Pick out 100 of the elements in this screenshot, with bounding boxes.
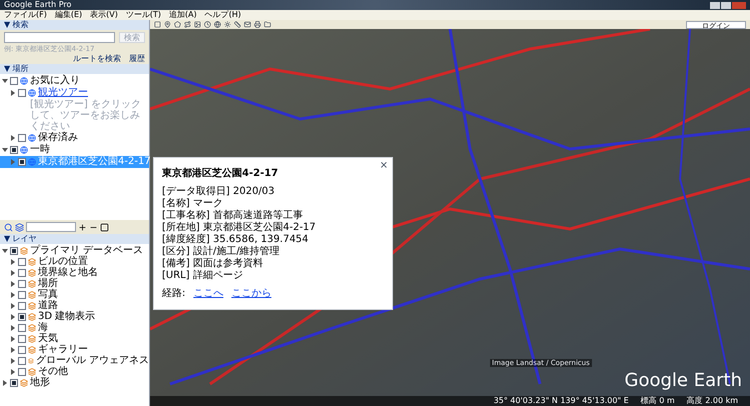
- checkbox[interactable]: [18, 312, 26, 320]
- tree-label: 一時: [30, 144, 50, 156]
- toolbar-icon[interactable]: [154, 21, 161, 28]
- menu-item[interactable]: 編集(E): [54, 10, 82, 20]
- checkbox[interactable]: [18, 158, 26, 166]
- minimize-icon[interactable]: [710, 2, 720, 8]
- status-text: 標高 0 m: [640, 396, 675, 406]
- expand-icon[interactable]: [10, 368, 16, 374]
- toolbar-icon[interactable]: [174, 21, 181, 28]
- checkbox[interactable]: [10, 246, 18, 254]
- directions-link[interactable]: ここへ: [193, 286, 224, 301]
- menu-item[interactable]: ツール(T): [126, 10, 161, 20]
- tree-label: お気に入り: [30, 75, 80, 86]
- expand-icon[interactable]: [10, 280, 16, 286]
- search-field[interactable]: [4, 32, 115, 43]
- toolbar-icon[interactable]: [264, 21, 271, 28]
- expand-icon[interactable]: [10, 292, 16, 298]
- menu-item[interactable]: 追加(A): [169, 10, 197, 20]
- layer-label: 海: [38, 322, 48, 333]
- checkbox[interactable]: [18, 324, 26, 332]
- checkbox[interactable]: [18, 302, 26, 310]
- toolbar-icon[interactable]: [194, 21, 201, 28]
- expand-icon[interactable]: [10, 336, 16, 342]
- checkbox[interactable]: [10, 146, 18, 154]
- checkbox[interactable]: [10, 77, 18, 85]
- popup-line: [URL] 詳細ページ: [162, 270, 244, 281]
- toolbar-icon[interactable]: [254, 21, 261, 28]
- globe-icon: [20, 146, 28, 154]
- maximize-icon[interactable]: [721, 2, 731, 8]
- tree-label: 保存済み: [38, 132, 78, 144]
- popup-line: [工事名称] 首都高速道路等工事: [162, 210, 304, 221]
- window-icon[interactable]: [100, 222, 109, 232]
- layer-icon: [28, 346, 36, 354]
- collapse-icon[interactable]: [2, 248, 8, 254]
- checkbox[interactable]: [10, 378, 18, 386]
- collapse-icon[interactable]: [2, 78, 8, 84]
- filter-field[interactable]: [26, 222, 76, 232]
- collapse-icon[interactable]: [2, 147, 8, 153]
- toolbar-icon[interactable]: [244, 21, 251, 28]
- expand-icon[interactable]: [2, 380, 8, 386]
- panel-header[interactable]: ▼ 場所: [0, 64, 149, 74]
- status-text: 35° 40'03.23" N 139° 45'13.00" E: [494, 396, 629, 406]
- layer-icon: [20, 246, 28, 254]
- tree-row[interactable]: 一時: [0, 144, 149, 156]
- layer-label: 場所: [38, 278, 58, 289]
- layer-icon: [28, 268, 36, 276]
- layer-icon: [28, 368, 36, 376]
- checkbox[interactable]: [18, 268, 26, 276]
- checkbox[interactable]: [18, 290, 26, 298]
- checkbox[interactable]: [18, 280, 26, 288]
- menu-item[interactable]: ファイル(F): [4, 10, 47, 20]
- layer-label: その他: [38, 366, 68, 377]
- checkbox[interactable]: [18, 134, 26, 142]
- directions-link[interactable]: ここから: [231, 286, 272, 301]
- layer-label: 写真: [38, 289, 58, 300]
- toolbar-icon[interactable]: [164, 21, 171, 28]
- plus-icon[interactable]: [78, 222, 87, 232]
- tree-row[interactable]: 観光ツアー: [0, 87, 149, 99]
- checkbox[interactable]: [18, 356, 26, 364]
- layer-icon: [28, 290, 36, 298]
- expand-icon[interactable]: [10, 135, 16, 141]
- expand-icon[interactable]: [10, 302, 16, 308]
- checkbox[interactable]: [18, 334, 26, 342]
- layer-label: 地形: [30, 377, 50, 388]
- checkbox[interactable]: [18, 89, 26, 97]
- checkbox[interactable]: [18, 346, 26, 354]
- panel-link[interactable]: ルートを検索: [73, 54, 121, 64]
- search-icon[interactable]: [4, 222, 13, 232]
- expand-icon[interactable]: [10, 314, 16, 320]
- expand-icon[interactable]: [10, 324, 16, 330]
- expand-icon[interactable]: [10, 258, 16, 264]
- panel-header[interactable]: ▼ レイヤ: [0, 234, 149, 244]
- checkbox[interactable]: [18, 258, 26, 266]
- toolbar-icon[interactable]: [184, 21, 191, 28]
- popup-line: [区分] 設計/施工/維持管理: [162, 246, 281, 257]
- close-button[interactable]: ×: [380, 158, 388, 173]
- layer-icon: [28, 302, 36, 310]
- toolbar-icon[interactable]: [214, 21, 221, 28]
- tree-row[interactable]: お気に入り: [0, 75, 149, 87]
- expand-icon[interactable]: [10, 90, 16, 96]
- tree-label[interactable]: 観光ツアー: [38, 87, 88, 99]
- toolbar-icon[interactable]: [234, 21, 241, 28]
- window-title: Google Earth Pro: [4, 0, 72, 10]
- layer-icon: [28, 280, 36, 288]
- tree-row[interactable]: 保存済み: [0, 132, 149, 144]
- layer-icon: [28, 258, 36, 266]
- expand-icon[interactable]: [10, 346, 16, 352]
- checkbox[interactable]: [18, 368, 26, 376]
- expand-icon[interactable]: [10, 358, 16, 364]
- layer-label: 3D 建物表示: [38, 311, 96, 322]
- expand-icon[interactable]: [10, 270, 16, 276]
- panel-header[interactable]: ▼ 検索: [0, 20, 149, 30]
- layer-label: 道路: [38, 300, 58, 311]
- toolbar-icon[interactable]: [204, 21, 211, 28]
- panel-link[interactable]: 履歴: [129, 54, 145, 64]
- menu-item[interactable]: ヘルプ(H): [204, 10, 241, 20]
- layer-label: 境界線と地名: [38, 267, 98, 278]
- menu-item[interactable]: 表示(V): [90, 10, 118, 20]
- popup-line: [名称] マーク: [162, 198, 224, 209]
- toolbar-icon[interactable]: [224, 21, 231, 28]
